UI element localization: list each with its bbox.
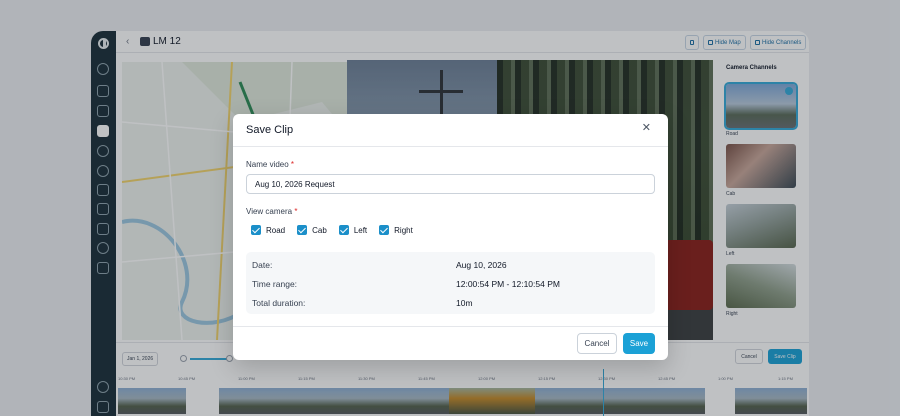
dialog-title: Save Clip [246, 124, 294, 136]
checkbox-road[interactable]: Road [251, 225, 285, 235]
camera-checkboxes: Road Cab Left Right [251, 225, 413, 235]
dialog-divider [233, 326, 668, 327]
duration-label: Total duration: [252, 298, 306, 308]
duration-value: 10m [456, 298, 473, 308]
required-mark: * [294, 207, 298, 216]
time-range-label: Time range: [252, 279, 298, 289]
save-button[interactable]: Save [623, 333, 655, 354]
date-value: Aug 10, 2026 [456, 260, 507, 270]
date-label: Date: [252, 260, 273, 270]
checkbox-checked-icon[interactable] [379, 225, 390, 235]
time-range-value: 12:00:54 PM - 12:10:54 PM [456, 279, 560, 289]
checkbox-left[interactable]: Left [338, 225, 368, 235]
save-clip-dialog: Save Clip ✕ Name video * View camera * R… [233, 114, 668, 360]
required-mark: * [290, 160, 295, 169]
name-video-text: Name video [246, 160, 289, 169]
checkbox-checked-icon[interactable] [338, 225, 349, 235]
checkbox-label: Cab [312, 225, 327, 235]
name-video-input[interactable] [246, 174, 655, 194]
checkbox-label: Left [353, 225, 368, 235]
checkbox-label: Right [394, 225, 413, 235]
checkbox-cab[interactable]: Cab [297, 225, 327, 235]
cancel-button[interactable]: Cancel [577, 333, 617, 354]
view-camera-label: View camera * [246, 207, 297, 216]
checkbox-label: Road [266, 225, 286, 235]
view-camera-text: View camera [246, 207, 293, 216]
checkbox-checked-icon[interactable] [297, 225, 308, 235]
checkbox-right[interactable]: Right [379, 225, 413, 235]
clip-summary: Date: Aug 10, 2026 Time range: 12:00:54 … [246, 252, 655, 314]
checkbox-checked-icon[interactable] [251, 225, 261, 235]
close-icon[interactable]: ✕ [642, 123, 651, 134]
dialog-header: Save Clip ✕ [233, 114, 668, 147]
name-video-label: Name video * [246, 160, 294, 169]
